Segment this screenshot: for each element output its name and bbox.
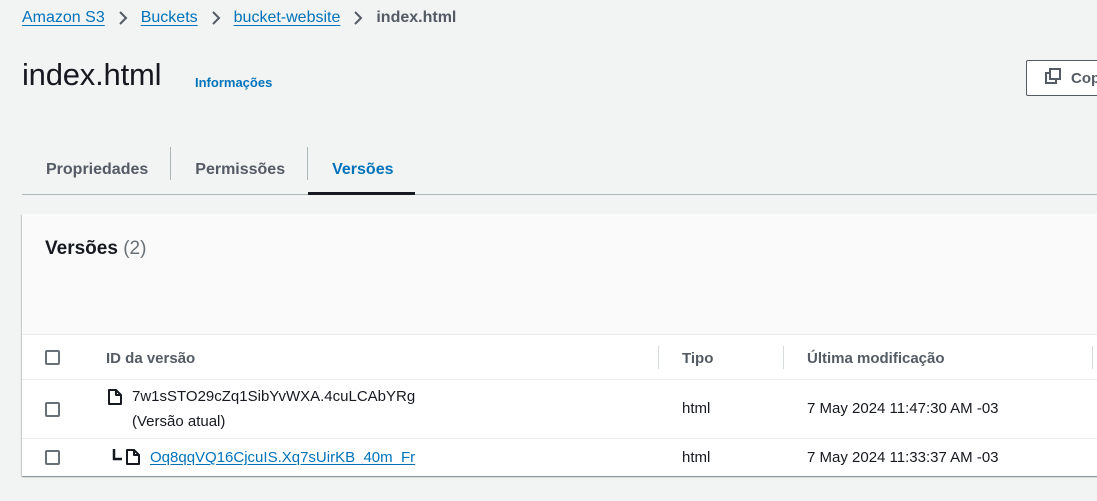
breadcrumb-amazon-s3[interactable]: Amazon S3 xyxy=(22,9,105,27)
column-divider xyxy=(783,346,784,369)
versions-panel: Versões (2) ID da versão Tipo Última mod… xyxy=(22,214,1097,476)
file-icon xyxy=(126,449,140,465)
version-type: html xyxy=(682,449,711,466)
file-icon xyxy=(108,389,122,405)
column-header-type[interactable]: Tipo xyxy=(682,336,713,380)
versions-title: Versões xyxy=(45,238,118,259)
chevron-right-icon xyxy=(115,11,131,25)
tab-permissoes[interactable]: Permissões xyxy=(171,146,307,194)
version-id-link[interactable]: Oq8qqVQ16CjcuIS.Xq7sUirKB_40m_Fr xyxy=(150,449,415,466)
column-header-version-id[interactable]: ID da versão xyxy=(106,336,195,380)
tab-versoes[interactable]: Versões xyxy=(308,146,415,195)
tab-bar: Propriedades Permissões Versões xyxy=(22,146,1097,195)
row-checkbox[interactable] xyxy=(45,450,60,465)
current-version-label: (Versão atual) xyxy=(132,413,226,430)
versions-panel-header: Versões (2) xyxy=(22,214,1097,335)
copy-button[interactable]: Cop xyxy=(1026,60,1097,96)
column-divider xyxy=(658,346,659,369)
table-row: Oq8qqVQ16CjcuIS.Xq7sUirKB_40m_Fr html 7 … xyxy=(22,439,1097,476)
version-last-modified: 7 May 2024 11:33:37 AM -03 xyxy=(807,449,999,466)
row-checkbox[interactable] xyxy=(45,402,60,417)
info-link[interactable]: Informações xyxy=(195,75,272,90)
column-divider xyxy=(1092,346,1093,369)
version-id: 7w1sSTO29cZq1SibYvWXA.4cuLCAbYRg xyxy=(132,388,416,405)
select-all-checkbox[interactable] xyxy=(45,350,60,365)
versions-count: (2) xyxy=(123,238,147,259)
page-title: index.html xyxy=(22,57,162,92)
copy-icon xyxy=(1045,68,1061,88)
breadcrumb-buckets[interactable]: Buckets xyxy=(141,9,198,27)
child-version-indicator-icon xyxy=(112,449,122,461)
versions-panel-title: Versões (2) xyxy=(45,238,146,260)
column-header-last-modified[interactable]: Última modificação xyxy=(807,336,945,380)
copy-button-label: Cop xyxy=(1071,69,1097,87)
table-header: ID da versão Tipo Última modificação xyxy=(22,336,1097,380)
breadcrumb-current: index.html xyxy=(376,9,457,26)
table-row: 7w1sSTO29cZq1SibYvWXA.4cuLCAbYRg (Versão… xyxy=(22,380,1097,439)
version-last-modified: 7 May 2024 11:47:30 AM -03 xyxy=(807,400,999,417)
version-type: html xyxy=(682,400,711,417)
breadcrumb: Amazon S3 Buckets bucket-website index.h… xyxy=(22,9,456,27)
chevron-right-icon xyxy=(208,11,224,25)
s3-object-page: Amazon S3 Buckets bucket-website index.h… xyxy=(0,0,1097,501)
tab-propriedades[interactable]: Propriedades xyxy=(22,146,170,194)
chevron-right-icon xyxy=(350,11,366,25)
breadcrumb-bucket-website[interactable]: bucket-website xyxy=(234,9,341,27)
